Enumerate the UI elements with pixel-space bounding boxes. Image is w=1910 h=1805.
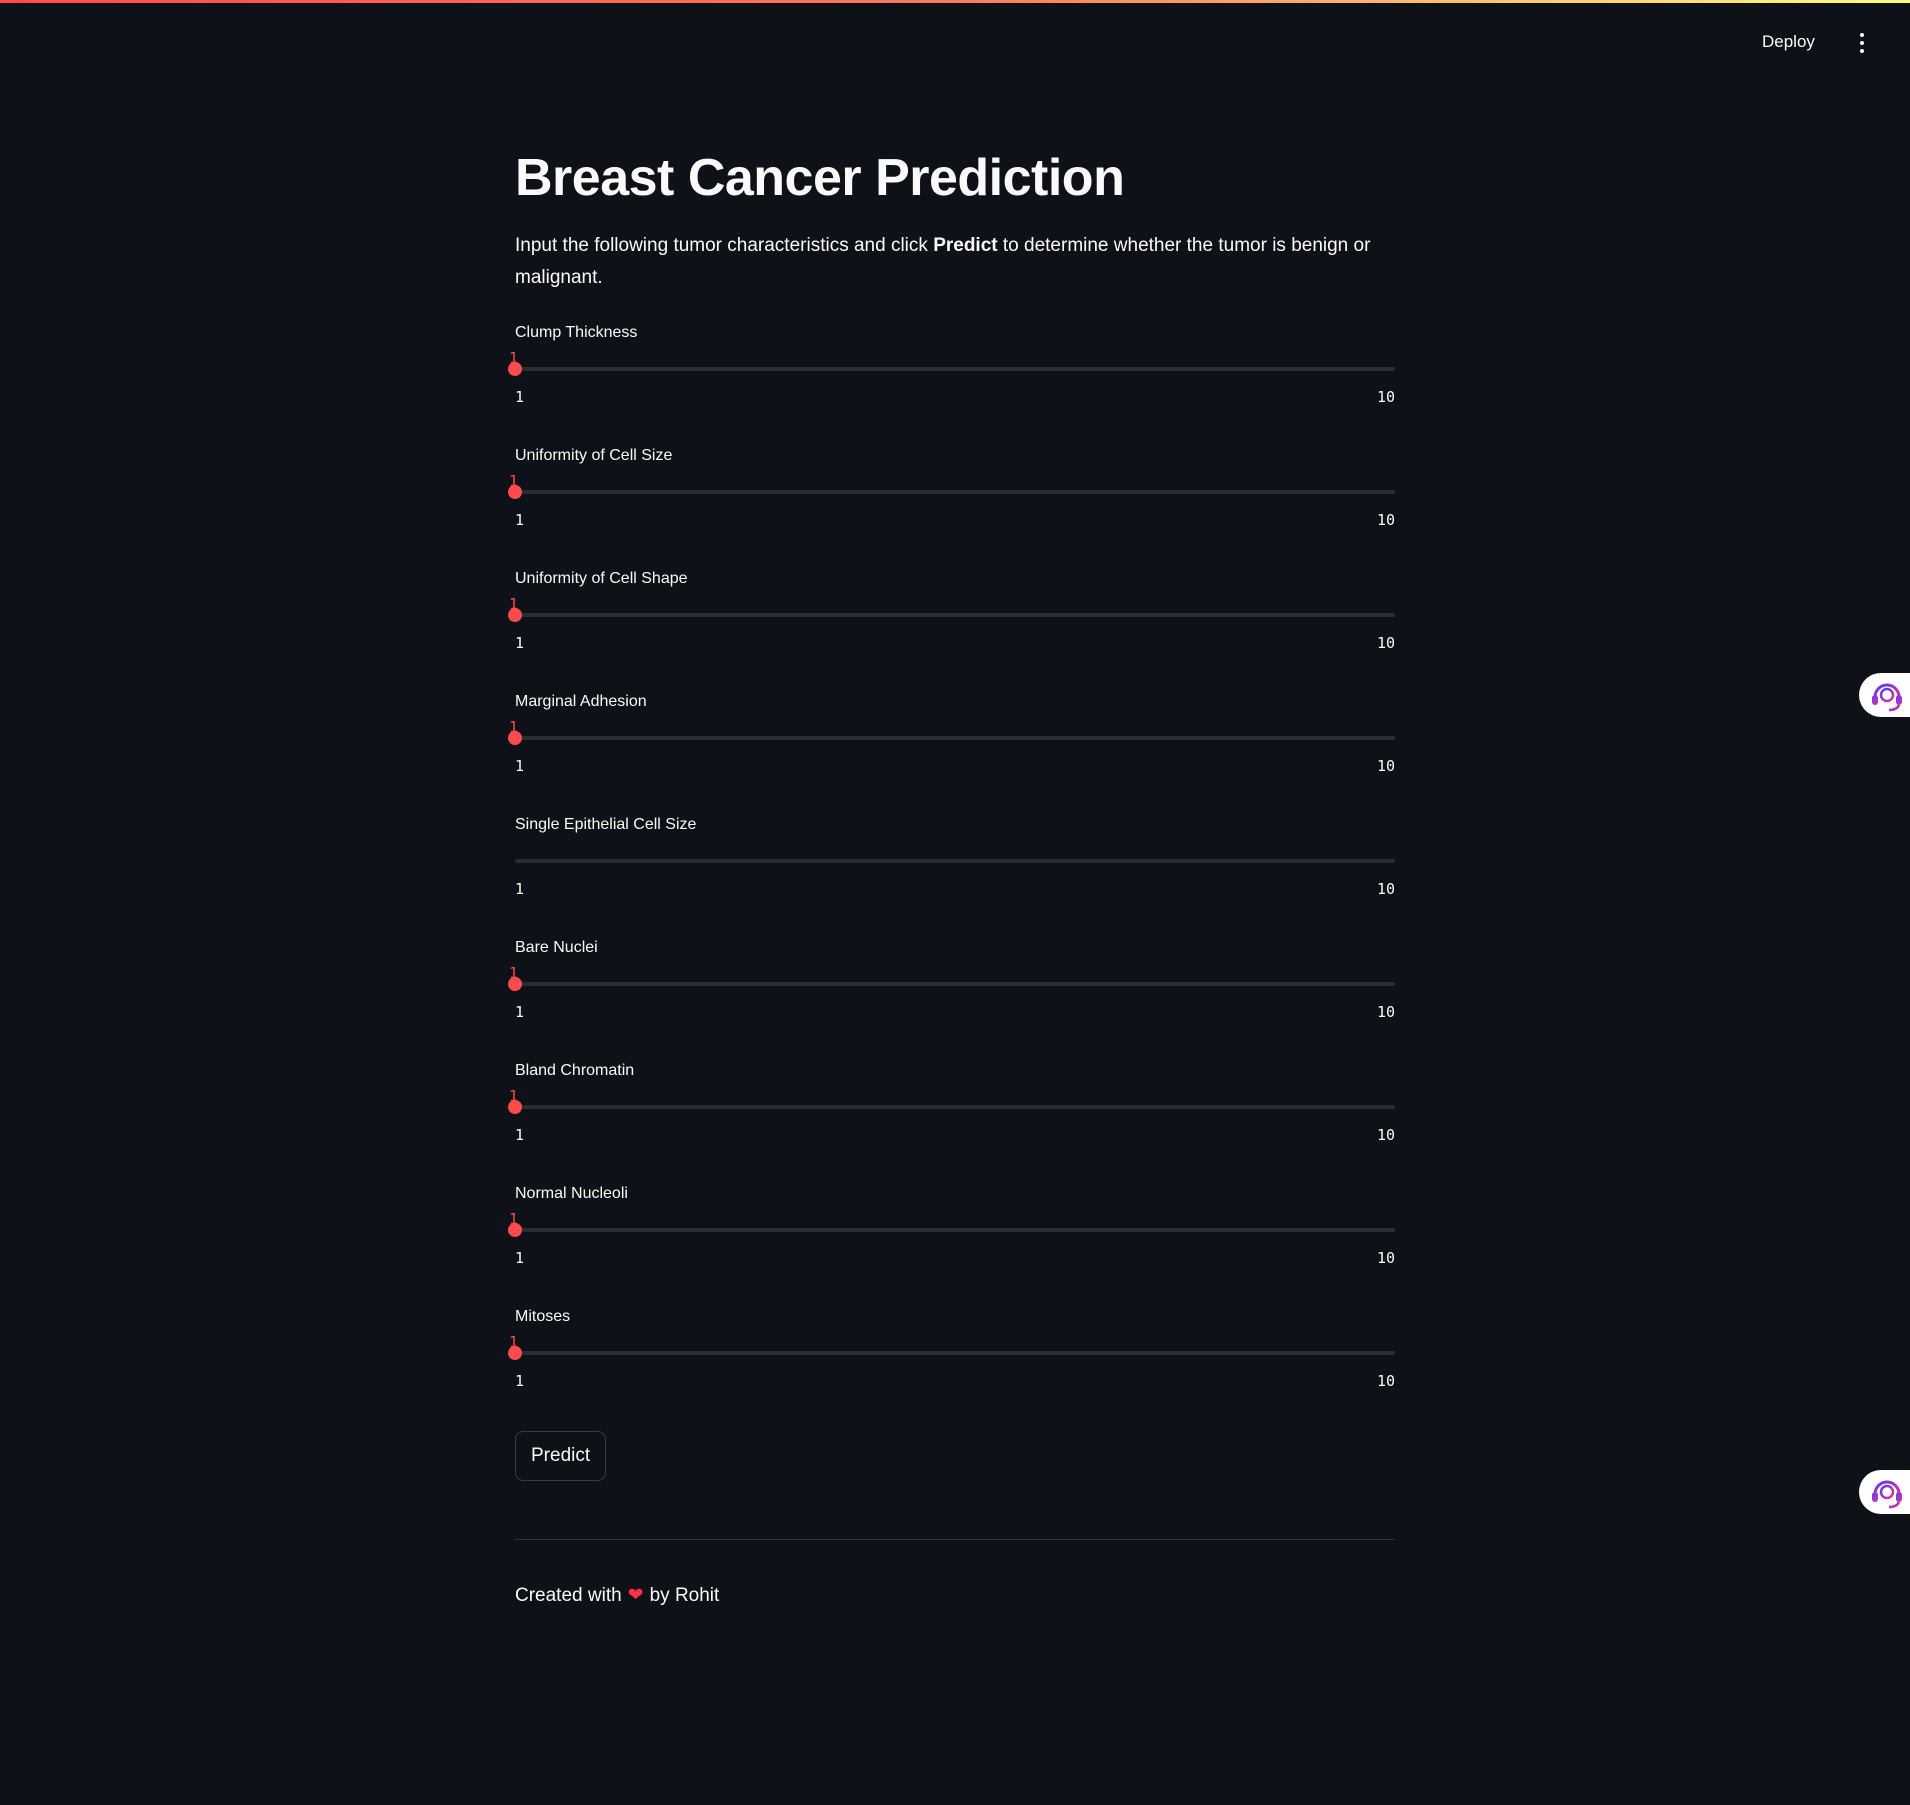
slider-max-label: 10	[1376, 1372, 1395, 1390]
heart-icon: ❤	[627, 1585, 644, 1606]
slider-handle[interactable]	[508, 731, 522, 745]
intro-text: Input the following tumor characteristic…	[515, 230, 1395, 294]
assistant-button-secondary[interactable]	[1859, 1470, 1910, 1514]
slider-max-label: 10	[1376, 880, 1395, 898]
slider-track[interactable]	[515, 1228, 1395, 1232]
slider-track[interactable]	[515, 367, 1395, 371]
slider-track[interactable]	[515, 1351, 1395, 1355]
slider-min-label: 1	[515, 511, 525, 529]
ellipsis-dot	[1860, 49, 1864, 53]
headset-support-icon	[1872, 683, 1902, 712]
slider-min-label: 1	[515, 388, 525, 406]
deploy-button[interactable]: Deploy	[1762, 32, 1815, 52]
vertical-ellipsis-icon	[1860, 33, 1864, 37]
slider-handle[interactable]	[508, 608, 522, 622]
slider-max-label: 10	[1376, 1126, 1395, 1144]
slider-label: Bland Chromatin	[515, 1062, 635, 1079]
slider-track[interactable]	[515, 490, 1395, 494]
slider-uniformity-of-cell-size: Uniformity of Cell Size 1 1 10	[508, 447, 1395, 570]
slider-max-label: 10	[1376, 634, 1395, 652]
slider-max-label: 10	[1376, 1003, 1395, 1021]
main-menu-button[interactable]	[1852, 30, 1872, 56]
slider-label: Uniformity of Cell Size	[515, 447, 673, 464]
slider-label: Single Epithelial Cell Size	[515, 816, 697, 833]
slider-handle[interactable]	[508, 977, 522, 991]
slider-single-epithelial-cell-size: Single Epithelial Cell Size 1 10	[515, 816, 1395, 939]
slider-label: Clump Thickness	[515, 324, 638, 341]
slider-track[interactable]	[515, 859, 1395, 863]
slider-min-label: 1	[515, 1372, 525, 1390]
page-title: Breast Cancer Prediction	[515, 149, 1125, 207]
slider-label: Normal Nucleoli	[515, 1185, 628, 1202]
slider-handle[interactable]	[508, 1223, 522, 1237]
slider-max-label: 10	[1376, 757, 1395, 775]
slider-clump-thickness: Clump Thickness 1 1 10	[508, 324, 1395, 447]
slider-label: Marginal Adhesion	[515, 693, 647, 710]
slider-handle[interactable]	[508, 1346, 522, 1360]
slider-track[interactable]	[515, 736, 1395, 740]
slider-marginal-adhesion: Marginal Adhesion 1 1 10	[508, 693, 1395, 816]
footer-credit: Created with ❤ by Rohit	[515, 1584, 1395, 1607]
divider	[515, 1539, 1395, 1540]
intro-text-start: Input the following tumor characteristic…	[515, 235, 934, 256]
slider-label: Mitoses	[515, 1308, 571, 1325]
slider-bland-chromatin: Bland Chromatin 1 1 10	[508, 1062, 1395, 1185]
slider-min-label: 1	[515, 1249, 525, 1267]
footer-prefix: Created with	[515, 1585, 622, 1606]
slider-min-label: 1	[515, 757, 525, 775]
slider-track[interactable]	[515, 982, 1395, 986]
slider-handle[interactable]	[508, 1100, 522, 1114]
slider-bare-nuclei: Bare Nuclei 1 1 10	[508, 939, 1395, 1062]
main-content: Breast Cancer Prediction Input the follo…	[508, 140, 1395, 1607]
assistant-button[interactable]	[1859, 673, 1910, 717]
slider-min-label: 1	[515, 880, 525, 898]
predict-button[interactable]: Predict	[515, 1431, 607, 1481]
slider-handle[interactable]	[508, 485, 522, 499]
slider-min-label: 1	[515, 634, 525, 652]
footer-suffix: by Rohit	[649, 1585, 720, 1606]
slider-list: Clump Thickness 1 1 10 Uniformity of Cell Si…	[508, 324, 1395, 1431]
slider-max-label: 10	[1376, 1249, 1395, 1267]
intro-text-bold: Predict	[933, 235, 998, 256]
slider-min-label: 1	[515, 1126, 525, 1144]
slider-max-label: 10	[1376, 511, 1395, 529]
slider-track[interactable]	[515, 613, 1395, 617]
slider-mitoses: Mitoses 1 1 10	[508, 1308, 1395, 1431]
slider-track[interactable]	[515, 1105, 1395, 1109]
slider-max-label: 10	[1376, 388, 1395, 406]
ellipsis-dot	[1860, 41, 1864, 45]
slider-label: Bare Nuclei	[515, 939, 598, 956]
slider-uniformity-of-cell-shape: Uniformity of Cell Shape 1 1 10	[508, 570, 1395, 693]
slider-min-label: 1	[515, 1003, 525, 1021]
slider-handle[interactable]	[508, 362, 522, 376]
header-decoration-bar	[0, 0, 1910, 3]
app-root: Deploy Breast Cancer Prediction Input th…	[0, 0, 1910, 1805]
slider-normal-nucleoli: Normal Nucleoli 1 1 10	[508, 1185, 1395, 1308]
headset-support-icon	[1872, 1480, 1902, 1509]
slider-label: Uniformity of Cell Shape	[515, 570, 688, 587]
